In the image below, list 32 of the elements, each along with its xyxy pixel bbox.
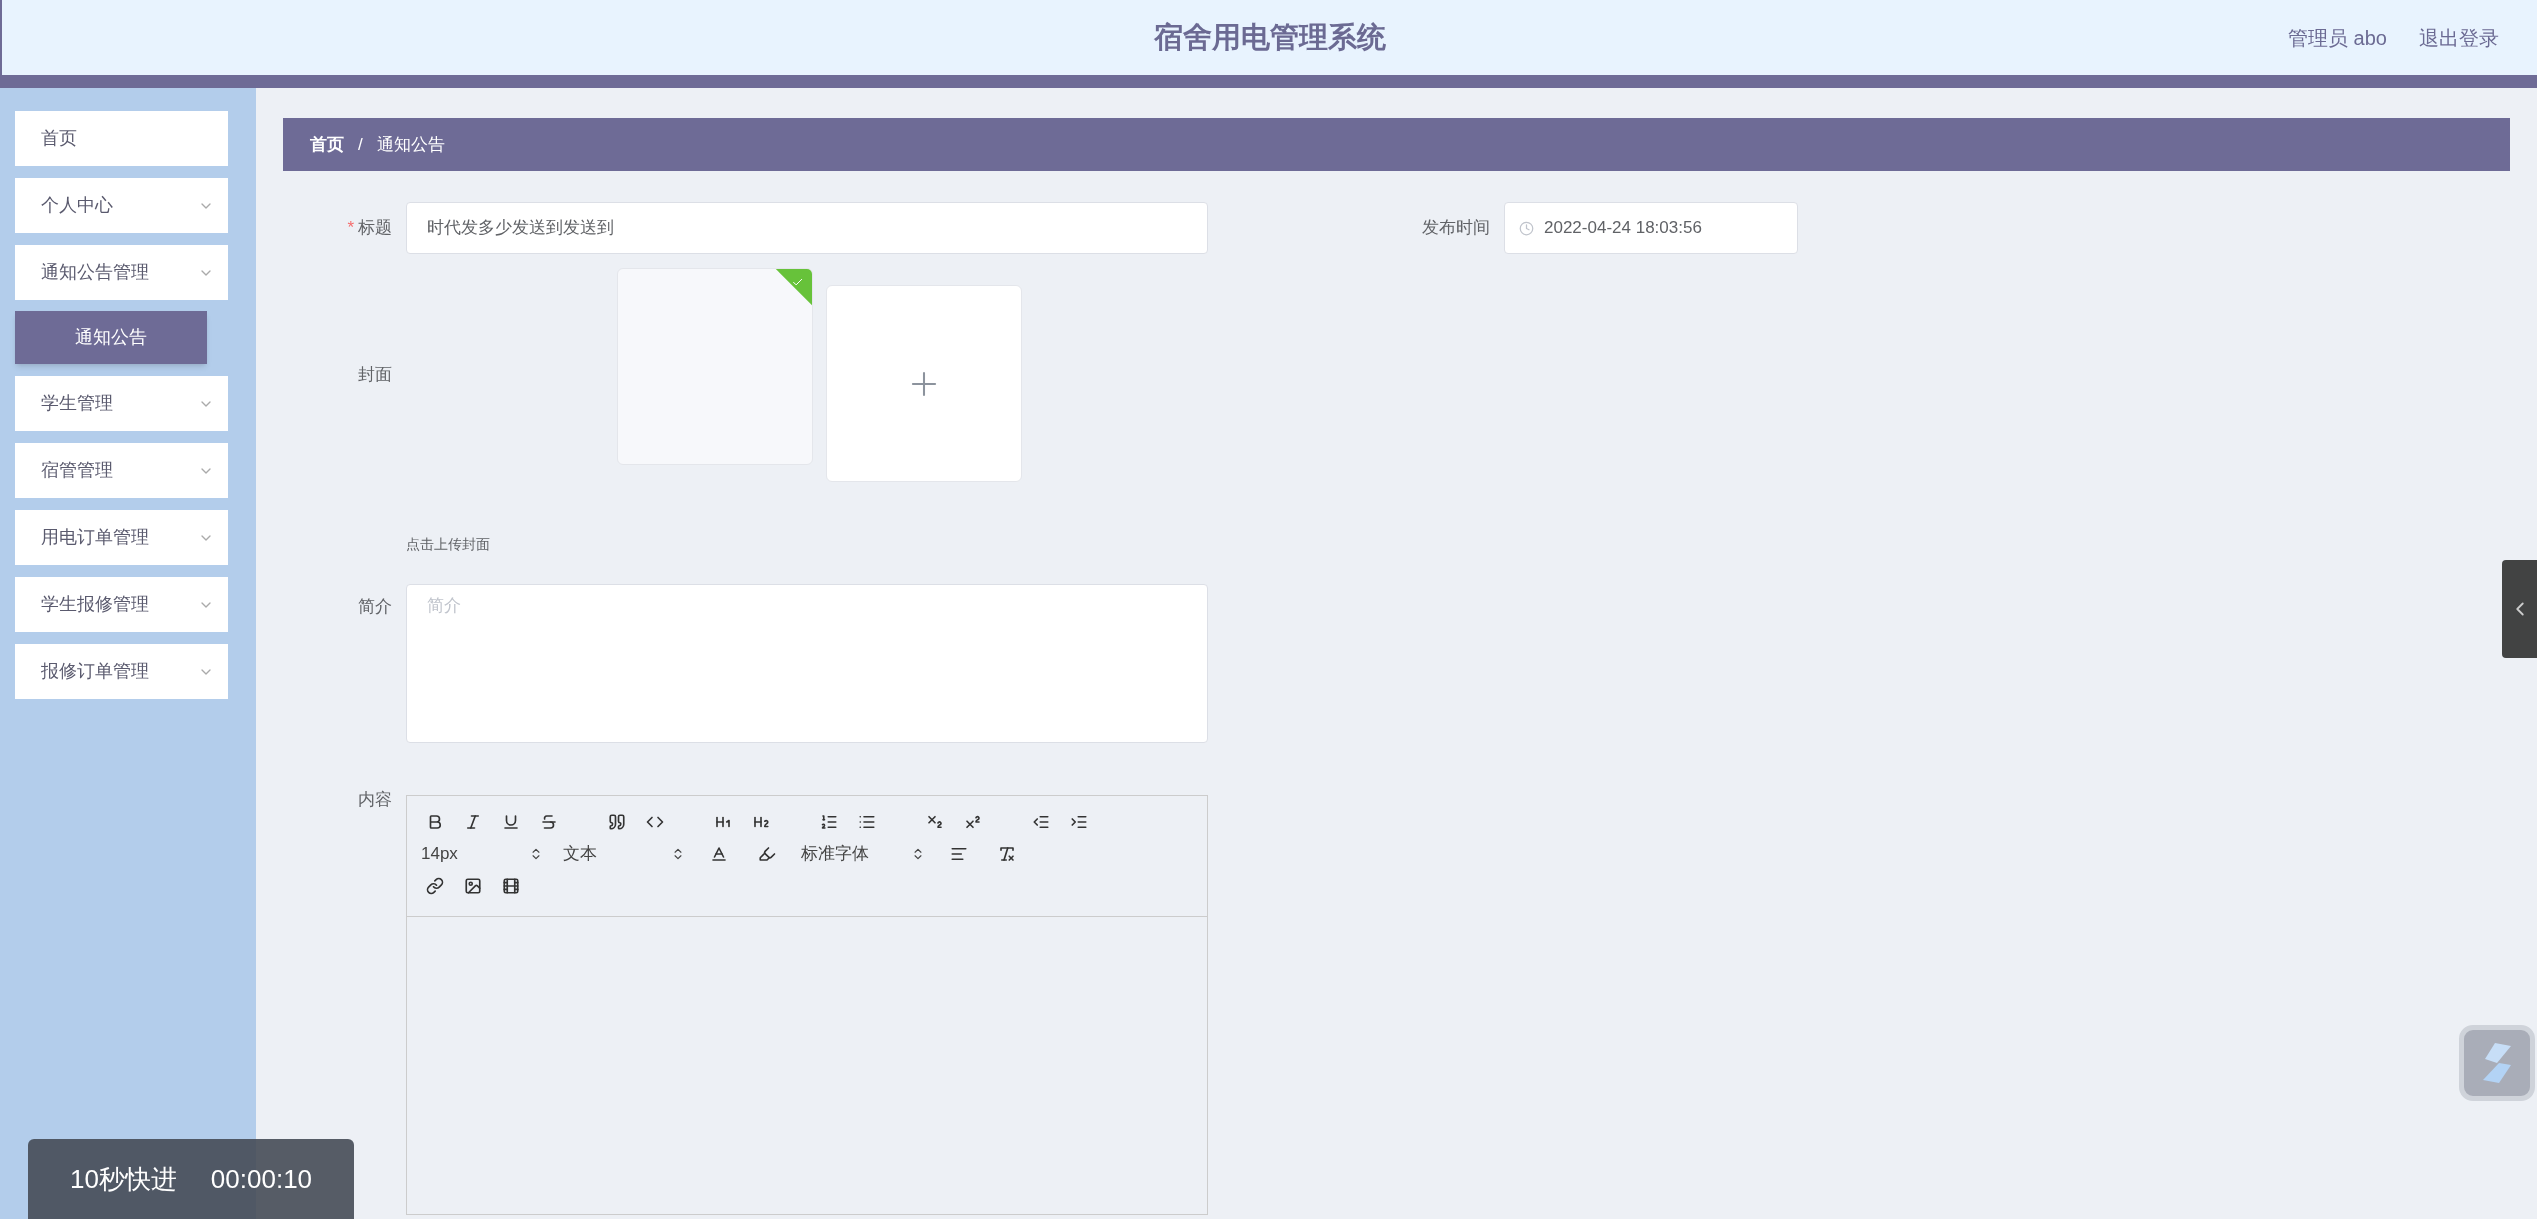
sidebar-item[interactable]: 首页 (15, 111, 228, 166)
font-size-select[interactable]: 14px (421, 840, 543, 868)
required-mark: * (347, 217, 354, 240)
side-panel-toggle[interactable] (2502, 560, 2537, 658)
app-title: 宿舍用电管理系统 (1153, 19, 1386, 55)
sidebar-item[interactable]: 宿管管理 (15, 443, 228, 498)
field-label: 发布时间 (1421, 217, 1491, 240)
clock-icon (1519, 220, 1534, 236)
sidebar-item[interactable]: 个人中心 (15, 178, 228, 233)
sidebar-item[interactable]: 学生管理 (15, 376, 228, 431)
fast-forward-label: 10秒快进 (69, 1162, 177, 1196)
field-label: 封面 (357, 364, 393, 387)
user-name: 管理员 abo (2288, 25, 2387, 51)
breadcrumb-separator: / (358, 133, 363, 156)
field-label: 内容 (357, 789, 393, 811)
breadcrumb-link[interactable]: 通知公告 (376, 131, 445, 158)
logout-link[interactable]: 退出登录 (2419, 22, 2499, 53)
recording-time: 00:00:10 (210, 1162, 313, 1196)
sidebar-subitem[interactable]: 通知公告 (15, 311, 207, 364)
breadcrumb-link[interactable]: 首页 (310, 131, 344, 158)
upload-hint: 点击上传封面 (406, 535, 491, 554)
field-label: 简介 (357, 596, 393, 618)
field-label: 标题 (358, 217, 392, 240)
datetime-input[interactable]: 2022-04-24 18:03:56 (1504, 202, 1798, 254)
summary-textarea[interactable]: 简介 (406, 584, 1208, 743)
sidebar-item[interactable]: 报修订单管理 (15, 644, 228, 699)
font-family-select[interactable]: 标准字体 (801, 840, 925, 868)
sidebar-item[interactable]: 通知公告管理 (15, 245, 228, 300)
sidebar-item[interactable]: 用电订单管理 (15, 510, 228, 565)
title-input[interactable]: 时代发多少发送到发送到 (406, 202, 1208, 254)
sidebar-item[interactable]: 学生报修管理 (15, 577, 228, 632)
block-type-select[interactable]: 文本 (563, 840, 685, 868)
